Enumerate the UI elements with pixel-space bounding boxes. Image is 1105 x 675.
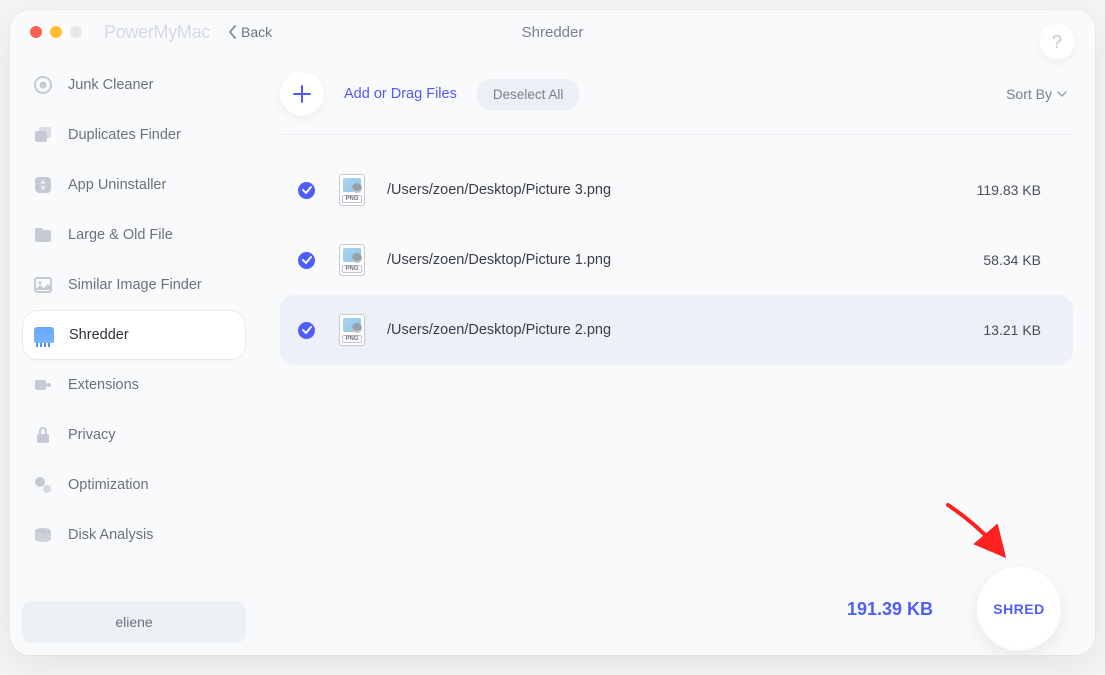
- file-row[interactable]: PNG/Users/zoen/Desktop/Picture 1.png58.3…: [280, 225, 1073, 295]
- add-files-button[interactable]: [280, 72, 324, 116]
- sort-by-label: Sort By: [1006, 86, 1052, 102]
- file-size: 58.34 KB: [983, 252, 1055, 268]
- file-checkbox[interactable]: [298, 322, 315, 339]
- file-checkbox[interactable]: [298, 182, 315, 199]
- sidebar-item-label: Duplicates Finder: [68, 127, 181, 143]
- file-path: /Users/zoen/Desktop/Picture 2.png: [387, 322, 983, 338]
- close-window-icon[interactable]: [30, 26, 42, 38]
- sidebar-item-label: Privacy: [68, 427, 116, 443]
- sidebar-item-large-old-file[interactable]: Large & Old File: [22, 210, 246, 260]
- add-files-label: Add or Drag Files: [344, 86, 457, 102]
- file-path: /Users/zoen/Desktop/Picture 1.png: [387, 252, 983, 268]
- junk-cleaner-icon: [32, 74, 54, 96]
- extensions-icon: [32, 374, 54, 396]
- total-size: 191.39 KB: [847, 599, 933, 620]
- disk-analysis-icon: [32, 524, 54, 546]
- file-size: 119.83 KB: [977, 182, 1055, 198]
- png-file-icon: PNG: [339, 314, 365, 346]
- file-ext-label: PNG: [342, 335, 361, 343]
- minimize-window-icon[interactable]: [50, 26, 62, 38]
- sidebar-item-junk-cleaner[interactable]: Junk Cleaner: [22, 60, 246, 110]
- zoom-window-icon[interactable]: [70, 26, 82, 38]
- shredder-icon: [33, 324, 55, 346]
- similar-image-icon: [32, 274, 54, 296]
- back-button[interactable]: Back: [228, 24, 272, 40]
- sidebar-item-label: Optimization: [68, 477, 149, 493]
- user-name[interactable]: eliene: [22, 601, 246, 643]
- sidebar-item-duplicates-finder[interactable]: Duplicates Finder: [22, 110, 246, 160]
- privacy-icon: [32, 424, 54, 446]
- file-size: 13.21 KB: [983, 322, 1055, 338]
- file-ext-label: PNG: [342, 265, 361, 273]
- sidebar-item-label: Extensions: [68, 377, 139, 393]
- deselect-all-button[interactable]: Deselect All: [477, 79, 580, 110]
- sidebar-item-label: Shredder: [69, 327, 129, 343]
- sidebar-item-similar-image-finder[interactable]: Similar Image Finder: [22, 260, 246, 310]
- file-row[interactable]: PNG/Users/zoen/Desktop/Picture 3.png119.…: [280, 155, 1073, 225]
- file-ext-label: PNG: [342, 195, 361, 203]
- optimization-icon: [32, 474, 54, 496]
- sidebar-item-label: Junk Cleaner: [68, 77, 153, 93]
- duplicates-icon: [32, 124, 54, 146]
- sidebar-item-label: Large & Old File: [68, 227, 173, 243]
- file-list: PNG/Users/zoen/Desktop/Picture 3.png119.…: [280, 155, 1073, 365]
- sidebar-item-shredder[interactable]: Shredder: [22, 310, 246, 360]
- png-file-icon: PNG: [339, 174, 365, 206]
- file-path: /Users/zoen/Desktop/Picture 3.png: [387, 182, 977, 198]
- sidebar-item-label: App Uninstaller: [68, 177, 166, 193]
- chevron-down-icon: [1057, 91, 1067, 97]
- sidebar-item-optimization[interactable]: Optimization: [22, 460, 246, 510]
- sidebar-item-app-uninstaller[interactable]: App Uninstaller: [22, 160, 246, 210]
- page-title: Shredder: [522, 24, 584, 41]
- chevron-left-icon: [228, 25, 237, 39]
- sidebar-item-extensions[interactable]: Extensions: [22, 360, 246, 410]
- plus-icon: [292, 84, 312, 104]
- help-button[interactable]: ?: [1039, 24, 1075, 60]
- back-label: Back: [241, 24, 272, 40]
- file-checkbox[interactable]: [298, 252, 315, 269]
- app-name: PowerMyMac: [104, 22, 210, 43]
- traffic-lights[interactable]: [30, 26, 82, 38]
- large-old-file-icon: [32, 224, 54, 246]
- app-uninstaller-icon: [32, 174, 54, 196]
- sort-by-button[interactable]: Sort By: [1006, 86, 1073, 102]
- shred-button[interactable]: SHRED: [977, 567, 1061, 651]
- sidebar: Junk Cleaner Duplicates Finder App Unins…: [10, 54, 258, 655]
- sidebar-item-label: Disk Analysis: [68, 527, 153, 543]
- sidebar-item-disk-analysis[interactable]: Disk Analysis: [22, 510, 246, 560]
- sidebar-item-privacy[interactable]: Privacy: [22, 410, 246, 460]
- sidebar-item-label: Similar Image Finder: [68, 277, 202, 293]
- png-file-icon: PNG: [339, 244, 365, 276]
- file-row[interactable]: PNG/Users/zoen/Desktop/Picture 2.png13.2…: [280, 295, 1073, 365]
